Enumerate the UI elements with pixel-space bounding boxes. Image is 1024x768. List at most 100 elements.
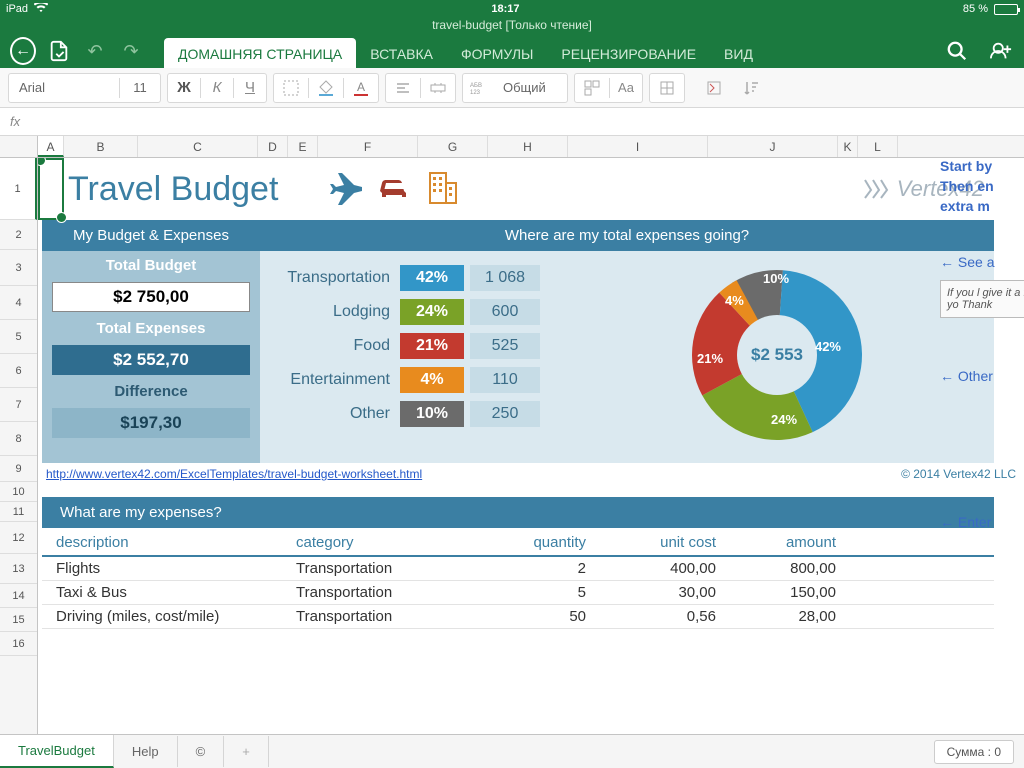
- col-header[interactable]: F: [318, 136, 418, 157]
- col-quantity: quantity: [496, 534, 586, 551]
- row-header[interactable]: 9: [0, 456, 37, 482]
- col-header[interactable]: G: [418, 136, 488, 157]
- cell-grid[interactable]: Travel Budget Vertex42 My Budget & Expen…: [38, 158, 1024, 742]
- category-row: Entertainment4%110: [270, 367, 570, 393]
- col-header[interactable]: E: [288, 136, 318, 157]
- total-budget-label: Total Budget: [42, 251, 260, 280]
- col-amount: amount: [716, 534, 836, 551]
- category-row: Lodging24%600: [270, 299, 570, 325]
- share-icon[interactable]: [988, 38, 1014, 64]
- category-row: Food21%525: [270, 333, 570, 359]
- fill-color-button[interactable]: [309, 73, 343, 103]
- font-color-button[interactable]: А: [344, 73, 378, 103]
- row-header[interactable]: 13: [0, 554, 37, 584]
- wifi-icon: [34, 3, 48, 16]
- row-header[interactable]: 4: [0, 286, 37, 320]
- col-header[interactable]: C: [138, 136, 258, 157]
- row-header[interactable]: 11: [0, 502, 37, 522]
- row-header[interactable]: 3: [0, 250, 37, 286]
- tab-view[interactable]: ВИД: [710, 38, 767, 68]
- cell-styles-button[interactable]: [575, 73, 609, 103]
- col-header[interactable]: A: [38, 136, 64, 157]
- tab-insert[interactable]: ВСТАВКА: [356, 38, 447, 68]
- total-budget-value[interactable]: $2 750,00: [52, 282, 250, 312]
- col-header[interactable]: H: [488, 136, 568, 157]
- row-header[interactable]: 12: [0, 522, 37, 554]
- svg-text:АБВ: АБВ: [470, 83, 482, 89]
- border-button[interactable]: [274, 73, 308, 103]
- bold-button[interactable]: Ж: [168, 73, 200, 103]
- table-row[interactable]: FlightsTransportation2400,00800,00: [42, 557, 994, 581]
- template-link[interactable]: http://www.vertex42.com/ExcelTemplates/t…: [46, 467, 422, 481]
- row-header[interactable]: 7: [0, 388, 37, 422]
- merge-button[interactable]: [421, 73, 455, 103]
- col-description: description: [56, 534, 296, 551]
- table-row[interactable]: Driving (miles, cost/mile)Transportation…: [42, 605, 994, 629]
- format-toolbar: Arial 11 Ж К Ч А АБВ123 Общий Аа: [0, 68, 1024, 108]
- table-row[interactable]: Taxi & BusTransportation530,00150,00: [42, 581, 994, 605]
- add-sheet-button[interactable]: +: [224, 736, 269, 767]
- numfmt-icon[interactable]: АБВ123: [463, 73, 493, 103]
- font-name[interactable]: Arial: [9, 74, 119, 102]
- row-header[interactable]: 2: [0, 220, 37, 250]
- expense-table: What are my expenses? description catego…: [42, 497, 994, 629]
- row-header[interactable]: 5: [0, 320, 37, 354]
- redo-button[interactable]: ↷: [118, 38, 144, 64]
- autosum-button[interactable]: [697, 73, 731, 103]
- diff-label: Difference: [42, 377, 260, 406]
- ribbon-tabs: ДОМАШНЯЯ СТРАНИЦА ВСТАВКА ФОРМУЛЫ РЕЦЕНЗ…: [164, 34, 767, 68]
- doc-title: Travel Budget: [68, 170, 278, 209]
- number-format[interactable]: Общий: [493, 74, 567, 102]
- device-label: iPad: [6, 3, 28, 15]
- col-header[interactable]: K: [838, 136, 858, 157]
- expense-breakdown-panel: Where are my total expenses going? Trans…: [260, 220, 994, 463]
- row-header[interactable]: 15: [0, 608, 37, 632]
- category-row: Other10%250: [270, 401, 570, 427]
- tab-review[interactable]: РЕЦЕНЗИРОВАНИЕ: [547, 38, 710, 68]
- sort-filter-button[interactable]: [735, 73, 769, 103]
- back-button[interactable]: ←: [10, 38, 36, 64]
- col-header[interactable]: D: [258, 136, 288, 157]
- font-size[interactable]: 11: [120, 74, 160, 102]
- side-hints: Start by Then en extra m ← See a If you …: [940, 158, 1024, 530]
- col-header[interactable]: L: [858, 136, 898, 157]
- row-headers: 1 2 3 4 5 6 7 8 9 10 11 12 13 14 15 16: [0, 158, 38, 742]
- italic-button[interactable]: К: [201, 73, 233, 103]
- undo-button[interactable]: ↶: [82, 38, 108, 64]
- row-header[interactable]: 1: [0, 158, 37, 220]
- file-icon[interactable]: [46, 38, 72, 64]
- row-header[interactable]: 6: [0, 354, 37, 388]
- ribbon-header: ← ↶ ↷ ДОМАШНЯЯ СТРАНИЦА ВСТАВКА ФОРМУЛЫ …: [0, 34, 1024, 68]
- insert-cells-button[interactable]: [650, 73, 684, 103]
- col-header[interactable]: I: [568, 136, 708, 157]
- donut-chart: $2 553 42% 24% 21% 4% 10%: [687, 265, 867, 445]
- battery-icon: [994, 4, 1018, 15]
- row-header[interactable]: 10: [0, 482, 37, 502]
- underline-button[interactable]: Ч: [234, 73, 266, 103]
- search-icon[interactable]: [944, 38, 970, 64]
- diff-value: $197,30: [52, 408, 250, 438]
- category-row: Transportation42%1 068: [270, 265, 570, 291]
- col-header[interactable]: J: [708, 136, 838, 157]
- formula-bar[interactable]: fx: [0, 108, 1024, 136]
- select-all-corner[interactable]: [0, 136, 38, 157]
- total-exp-value: $2 552,70: [52, 345, 250, 375]
- total-exp-label: Total Expenses: [42, 314, 260, 343]
- sheet-tab[interactable]: TravelBudget: [0, 735, 114, 768]
- row-header[interactable]: 16: [0, 632, 37, 656]
- tab-formulas[interactable]: ФОРМУЛЫ: [447, 38, 547, 68]
- sheet-tab[interactable]: ©: [178, 736, 225, 767]
- row-header[interactable]: 14: [0, 584, 37, 608]
- row-header[interactable]: 8: [0, 422, 37, 456]
- text-styles-button[interactable]: Аа: [610, 73, 642, 103]
- col-header[interactable]: B: [64, 136, 138, 157]
- align-button[interactable]: [386, 73, 420, 103]
- col-category: category: [296, 534, 496, 551]
- tab-home[interactable]: ДОМАШНЯЯ СТРАНИЦА: [164, 38, 356, 68]
- svg-text:123: 123: [470, 90, 481, 96]
- car-icon: [376, 169, 412, 210]
- sheet-tab[interactable]: Help: [114, 736, 178, 767]
- svg-text:А: А: [357, 80, 365, 94]
- budget-panel: My Budget & Expenses Total Budget $2 750…: [42, 220, 260, 463]
- donut-center-value: $2 553: [737, 315, 817, 395]
